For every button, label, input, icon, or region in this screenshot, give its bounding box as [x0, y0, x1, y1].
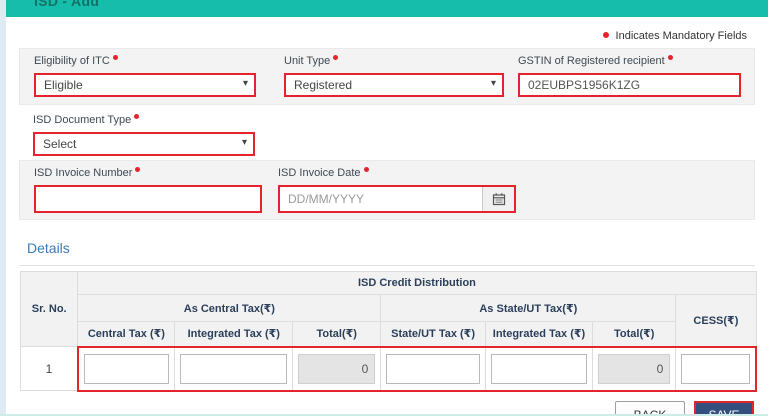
section-divider [19, 265, 755, 266]
doc-type-selected-value: Select [43, 137, 77, 151]
integrated-tax-central-input[interactable] [180, 353, 288, 384]
integrated-tax-state-cell [484, 345, 594, 392]
doc-type-select[interactable]: Select ▾ [33, 132, 255, 156]
invoice-date-input[interactable] [280, 187, 482, 211]
mandatory-note: Indicates Mandatory Fields [19, 17, 755, 48]
doc-type-field-group: ISD Document Type Select ▾ [33, 113, 255, 156]
col-header-total-central: Total(₹) [292, 321, 382, 347]
chevron-down-icon: ▾ [490, 78, 496, 89]
col-header-as-central-tax: As Central Tax(₹) [77, 294, 382, 322]
unit-type-field-group: Unit Type Registered ▾ [284, 54, 504, 97]
state-ut-tax-cell [380, 345, 486, 392]
mandatory-dot-icon [112, 55, 118, 60]
section-title-bar: ISD - Add [6, 0, 768, 17]
page-left-margin-strip [0, 0, 6, 416]
col-header-cess: CESS(₹) [675, 294, 757, 347]
integrated-tax-central-cell [174, 345, 294, 392]
page-title: ISD - Add [34, 0, 100, 9]
central-tax-cell [76, 345, 176, 392]
col-header-total-state: Total(₹) [592, 321, 677, 347]
integrated-tax-state-input[interactable] [490, 353, 588, 384]
details-heading: Details [27, 240, 70, 256]
chevron-down-icon: ▾ [241, 137, 247, 148]
mandatory-dot-icon [602, 32, 609, 38]
mandatory-dot-icon [134, 114, 140, 119]
invoice-date-field-group: ISD Invoice Date [278, 166, 516, 213]
form-row-1: Eligibility of ITC Eligible ▾ Unit Type … [19, 48, 755, 105]
calendar-icon [492, 193, 505, 206]
gstin-label: GSTIN of Registered recipient [518, 54, 741, 68]
cess-cell [675, 345, 758, 392]
col-header-central-tax: Central Tax (₹) [77, 321, 176, 347]
isd-credit-distribution-table: Sr. No. ISD Credit Distribution As Centr… [19, 271, 758, 392]
row-sr-no: 1 [19, 346, 79, 391]
unit-type-select[interactable]: Registered ▾ [284, 73, 504, 97]
col-header-sr-no: Sr. No. [19, 271, 79, 347]
doc-type-label: ISD Document Type [33, 113, 255, 127]
col-header-integrated-tax-central: Integrated Tax (₹) [174, 321, 294, 347]
mandatory-dot-icon [667, 55, 673, 60]
total-central-input [298, 353, 376, 384]
col-header-integrated-tax-state: Integrated Tax (₹) [484, 321, 594, 347]
table-row: 1 [19, 345, 758, 392]
state-ut-tax-input[interactable] [386, 353, 480, 384]
gstin-input[interactable] [518, 73, 741, 97]
unit-type-label: Unit Type [284, 54, 504, 68]
col-header-state-ut-tax: State/UT Tax (₹) [380, 321, 486, 347]
col-header-as-state-ut-tax: As State/UT Tax(₹) [380, 294, 677, 322]
total-state-cell [592, 345, 677, 392]
form-row-3: ISD Invoice Number ISD Invoice Date [19, 160, 755, 220]
gstin-field-group: GSTIN of Registered recipient [518, 54, 741, 97]
invoice-number-label: ISD Invoice Number [34, 166, 262, 180]
mandatory-note-text: Indicates Mandatory Fields [615, 30, 747, 42]
chevron-down-icon: ▾ [242, 78, 248, 89]
form-row-2: ISD Document Type Select ▾ [19, 105, 755, 160]
total-state-input [598, 353, 671, 384]
eligibility-select[interactable]: Eligible ▾ [34, 73, 256, 97]
form-content: Indicates Mandatory Fields Eligibility o… [6, 17, 768, 416]
col-header-isd-credit-distribution: ISD Credit Distribution [77, 271, 757, 295]
invoice-date-group [278, 185, 516, 213]
cess-input[interactable] [681, 353, 750, 384]
invoice-date-label: ISD Invoice Date [278, 166, 516, 180]
eligibility-field-group: Eligibility of ITC Eligible ▾ [34, 54, 256, 97]
invoice-number-input[interactable] [34, 185, 262, 213]
isd-add-page: ISD - Add Indicates Mandatory Fields Eli… [0, 0, 768, 416]
eligibility-label: Eligibility of ITC [34, 54, 256, 68]
total-central-cell [292, 345, 382, 392]
eligibility-selected-value: Eligible [44, 78, 83, 92]
unit-type-selected-value: Registered [294, 78, 353, 92]
date-picker-button[interactable] [482, 187, 514, 211]
invoice-number-field-group: ISD Invoice Number [34, 166, 262, 213]
mandatory-dot-icon [333, 55, 339, 60]
central-tax-input[interactable] [83, 353, 170, 384]
mandatory-dot-icon [363, 167, 369, 172]
mandatory-dot-icon [135, 167, 141, 172]
